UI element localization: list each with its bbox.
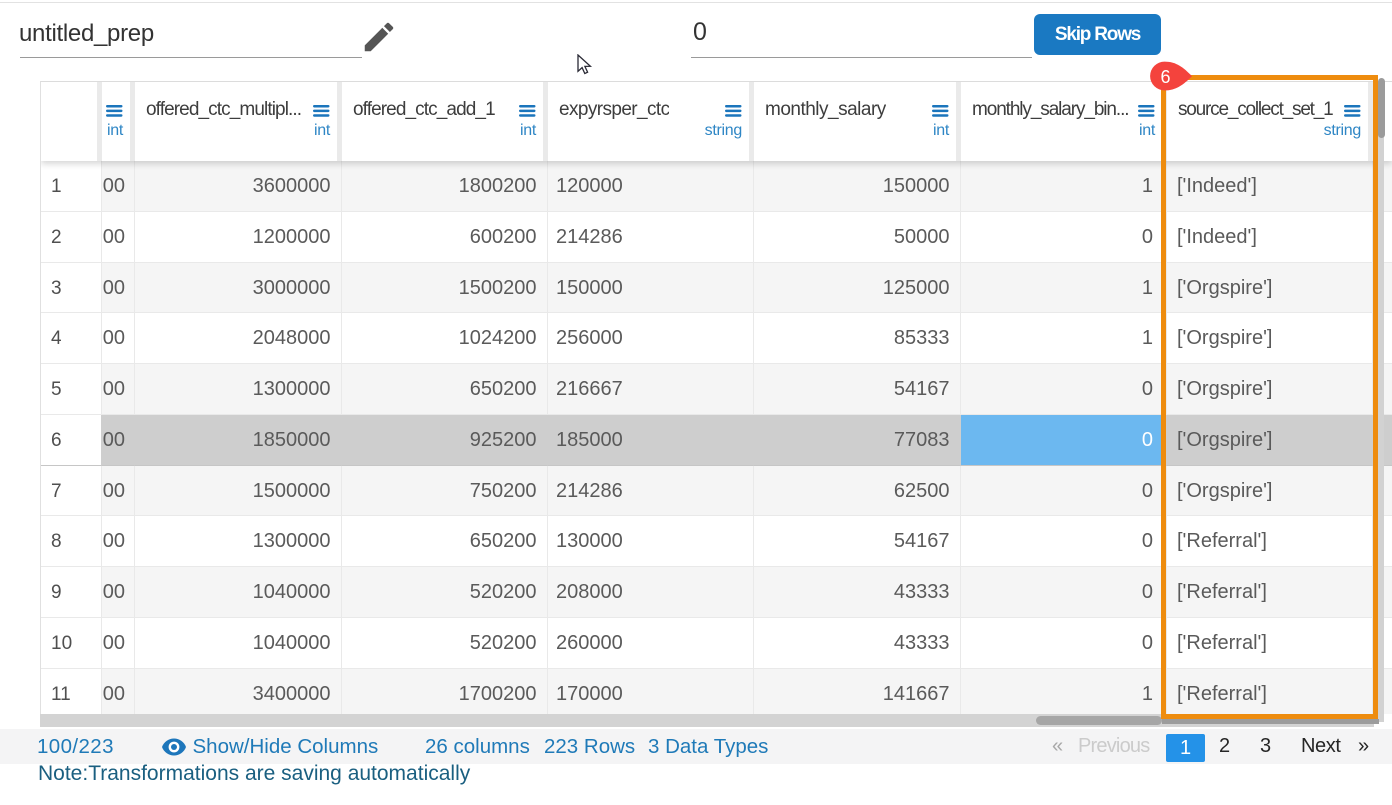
svg-text:6: 6 xyxy=(1160,67,1170,87)
